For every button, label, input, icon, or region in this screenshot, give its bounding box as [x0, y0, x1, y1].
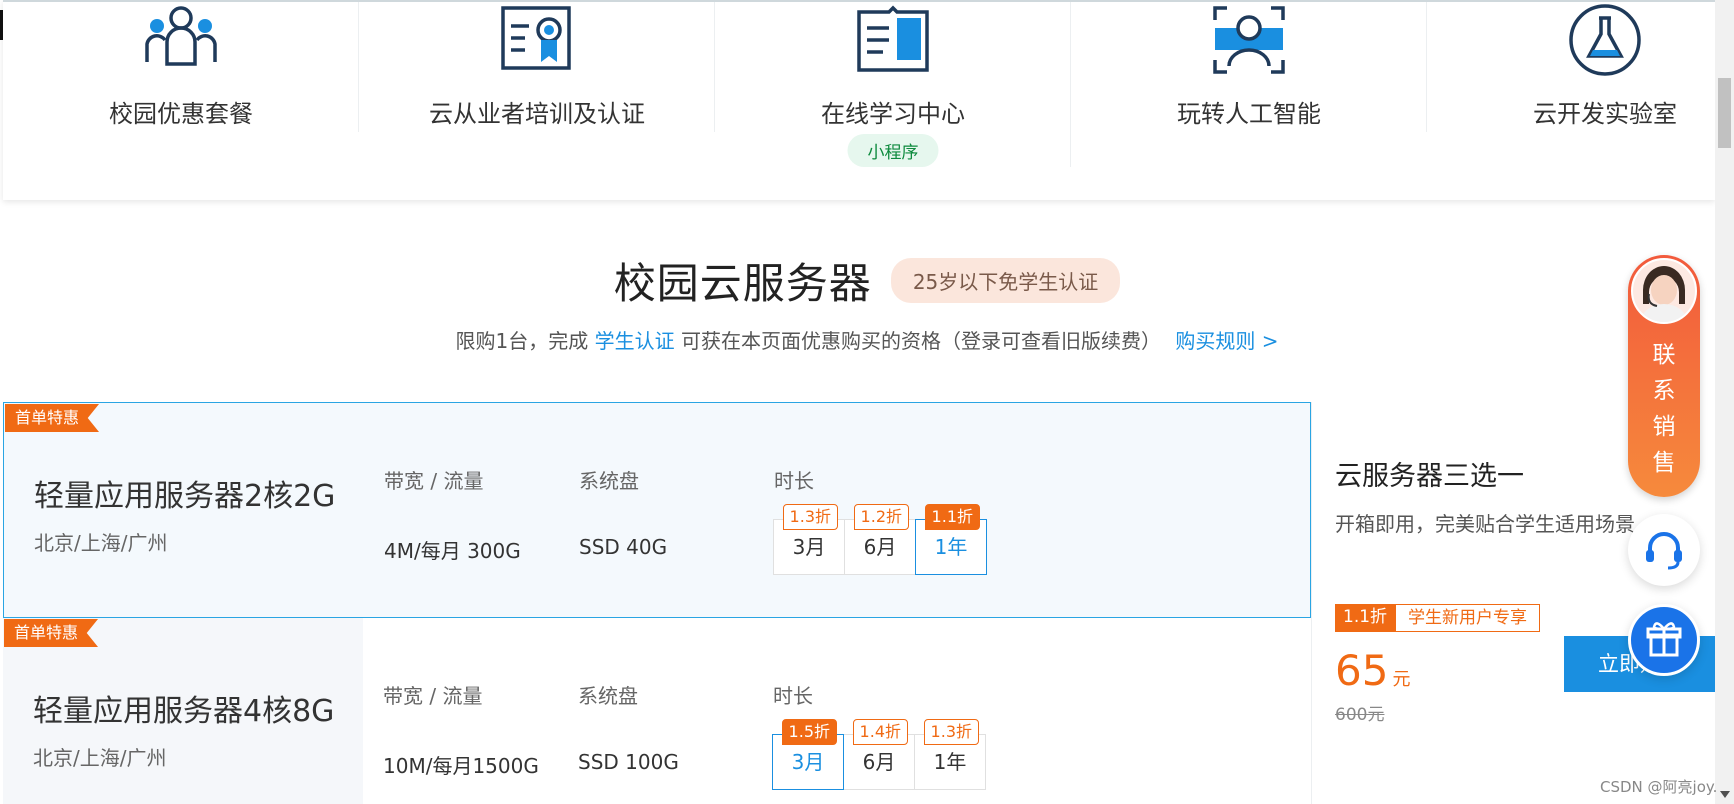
gift-icon	[1646, 622, 1682, 657]
contact-sales-widget[interactable]: 联系销售	[1628, 255, 1700, 497]
duration-label: 1年	[933, 750, 967, 774]
agent-avatar	[1631, 258, 1697, 324]
page-scrollbar[interactable]	[1715, 0, 1734, 804]
product-name: 轻量应用服务器4核8G	[33, 694, 335, 729]
duration-selector: 3月 1.5折 6月 1.4折 1年 1.3折	[772, 719, 986, 790]
product-row[interactable]: 首单特惠 轻量应用服务器2核2G 北京/上海/广州 带宽 / 流量 系统盘 时长…	[3, 402, 1311, 618]
duration-label: 3月	[791, 750, 825, 774]
original-price: 600元	[1335, 705, 1385, 725]
duration-label: 6月	[863, 535, 897, 559]
duration-selector: 3月 1.3折 6月 1.2折 1年 1.1折	[773, 504, 987, 575]
panel-title: 云服务器三选一	[1335, 461, 1524, 492]
nav-item-ai[interactable]: 玩转人工智能	[1071, 2, 1427, 172]
discount-tag: 1.2折	[853, 504, 909, 530]
discount-tag: 1.5折	[781, 719, 837, 745]
discount-tag: 1.3折	[782, 504, 838, 530]
certificate-icon	[501, 6, 571, 70]
gift-button[interactable]	[1628, 604, 1700, 676]
bandwidth-header: 带宽 / 流量	[384, 469, 484, 493]
offer-text: 学生新用户专享	[1395, 604, 1541, 632]
price-unit: 元	[1392, 669, 1411, 690]
note-prefix: 限购1台，完成	[455, 329, 595, 353]
duration-option-1y[interactable]: 1年 1.1折	[915, 504, 987, 575]
duration-option-6m[interactable]: 6月 1.2折	[844, 504, 916, 575]
product-row[interactable]: 首单特惠 轻量应用服务器4核8G 北京/上海/广州 带宽 / 流量 系统盘 时长…	[3, 618, 1311, 804]
nav-item-training-certification[interactable]: 云从业者培训及认证	[359, 2, 715, 172]
price: 65 元	[1335, 646, 1410, 695]
disk-value: SSD 100G	[578, 750, 679, 774]
scrollbar-thumb[interactable]	[1718, 78, 1731, 148]
bandwidth-header: 带宽 / 流量	[383, 684, 483, 708]
discount-tag: 1.3折	[923, 719, 979, 745]
purchase-note: 限购1台，完成 学生认证 可获在本页面优惠购买的资格（登录可查看旧版续费） 购买…	[0, 325, 1734, 354]
duration-option-1y[interactable]: 1年 1.3折	[914, 719, 986, 790]
first-order-ribbon: 首单特惠	[4, 619, 99, 647]
duration-label: 1年	[934, 535, 968, 559]
discount-tag: 1.4折	[852, 719, 908, 745]
price-value: 65	[1335, 646, 1389, 695]
nav-label: 在线学习中心	[821, 100, 965, 128]
student-offer-tag: 1.1折 学生新用户专享	[1335, 604, 1541, 632]
nav-item-campus-package[interactable]: 校园优惠套餐	[3, 2, 359, 172]
users-group-icon	[145, 6, 217, 66]
disk-header: 系统盘	[579, 469, 639, 493]
flask-icon	[1569, 4, 1641, 76]
discount-tag: 1.1折	[924, 504, 980, 530]
feature-nav-card: 校园优惠套餐 云从业者培训及认证 在线学习中心 小程序 玩转人工智能 云开发实验…	[3, 0, 1715, 200]
nav-item-online-learning[interactable]: 在线学习中心 小程序	[715, 2, 1071, 172]
first-order-ribbon: 首单特惠	[5, 404, 100, 432]
nav-item-cloud-dev-lab[interactable]: 云开发实验室	[1427, 2, 1734, 172]
duration-header: 时长	[774, 469, 814, 493]
nav-label: 云开发实验室	[1533, 100, 1677, 128]
student-auth-link[interactable]: 学生认证	[595, 329, 675, 353]
disk-value: SSD 40G	[579, 535, 668, 559]
duration-option-3m[interactable]: 3月 1.3折	[773, 504, 845, 575]
bandwidth-value: 4M/每月 300G	[384, 539, 521, 563]
book-icon	[857, 5, 929, 72]
duration-option-6m[interactable]: 6月 1.4折	[843, 719, 915, 790]
bandwidth-value: 10M/每月1500G	[383, 754, 539, 778]
scroll-down-arrow[interactable]	[1720, 791, 1730, 798]
age-badge: 25岁以下免学生认证	[890, 258, 1121, 303]
duration-label: 6月	[862, 750, 896, 774]
nav-label: 云从业者培训及认证	[429, 100, 645, 128]
headset-icon	[1646, 532, 1682, 570]
disk-header: 系统盘	[578, 684, 638, 708]
duration-label: 3月	[792, 535, 826, 559]
product-region: 北京/上海/广州	[33, 746, 167, 770]
nav-label: 校园优惠套餐	[109, 100, 253, 128]
panel-description: 开箱即用，完美贴合学生适用场景	[1335, 512, 1635, 536]
contact-sales-label: 联系销售	[1652, 342, 1676, 476]
duration-header: 时长	[773, 684, 813, 708]
mini-program-badge[interactable]: 小程序	[847, 134, 939, 167]
customer-service-button[interactable]	[1628, 514, 1700, 586]
product-region: 北京/上海/广州	[34, 531, 168, 555]
section-heading: 校园云服务器 25岁以下免学生认证	[0, 250, 1734, 311]
product-name: 轻量应用服务器2核2G	[34, 479, 336, 514]
nav-label: 玩转人工智能	[1177, 100, 1321, 128]
ai-face-icon	[1213, 6, 1285, 74]
offer-discount: 1.1折	[1335, 604, 1396, 632]
section-title: 校园云服务器	[613, 259, 872, 308]
note-middle: 可获在本页面优惠购买的资格（登录可查看旧版续费）	[674, 329, 1161, 353]
watermark: CSDN @阿亮joy.	[1600, 778, 1718, 796]
duration-option-3m[interactable]: 3月 1.5折	[772, 719, 844, 790]
purchase-rules-link[interactable]: 购买规则 >	[1175, 329, 1278, 353]
